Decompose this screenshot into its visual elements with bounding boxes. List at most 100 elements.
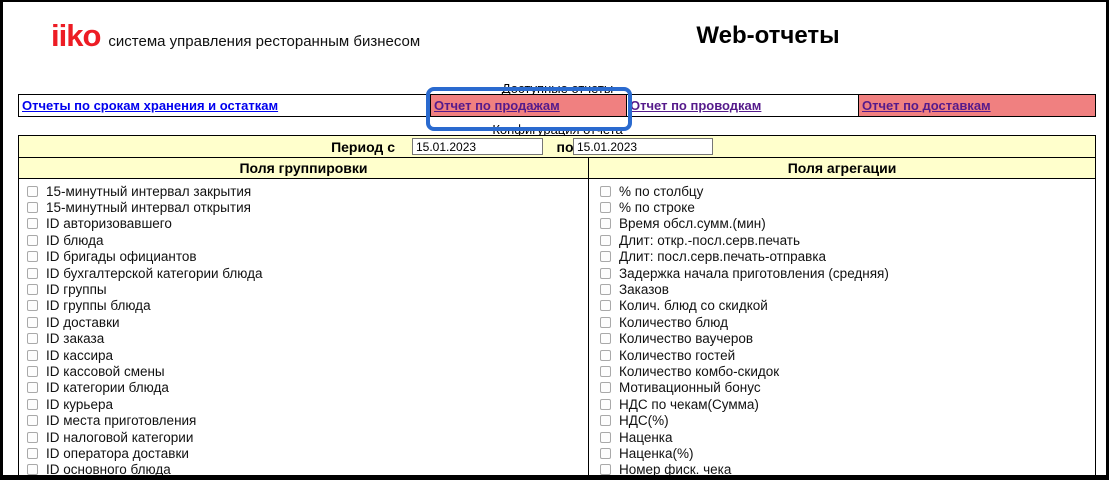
grouping-field-option: ID группы блюда [25, 298, 588, 314]
aggregation-field-checkbox[interactable] [600, 349, 611, 361]
aggregation-field-checkbox[interactable] [600, 398, 611, 410]
aggregation-field-option: Мотивационный бонус [598, 380, 1095, 396]
aggregation-field-option: Длит: посл.серв.печать-отправка [598, 249, 1095, 265]
aggregation-field-label: Номер фиск. чека [619, 462, 732, 475]
grouping-field-checkbox[interactable] [27, 267, 38, 279]
aggregation-field-label: НДС по чекам(Сумма) [619, 396, 759, 412]
iiko-logo: iiko [51, 18, 101, 53]
grouping-field-label: ID основного блюда [46, 462, 171, 475]
grouping-field-label: ID курьера [46, 396, 113, 412]
aggregation-field-label: Количество комбо-скидок [619, 363, 780, 379]
web-reports-page: iiko система управления ресторанным бизн… [0, 0, 1109, 480]
aggregation-field-option: Количество блюд [598, 314, 1095, 330]
aggregation-field-option: Наценка [598, 429, 1095, 445]
grouping-field-label: ID места приготовления [46, 413, 197, 429]
grouping-field-checkbox[interactable] [27, 398, 38, 410]
aggregation-field-checkbox[interactable] [600, 431, 611, 443]
grouping-field-label: ID блюда [46, 232, 104, 248]
aggregation-field-checkbox[interactable] [600, 382, 611, 394]
grouping-field-checkbox[interactable] [27, 300, 38, 312]
aggregation-field-checkbox[interactable] [600, 218, 611, 230]
grouping-field-checkbox[interactable] [27, 415, 38, 427]
grouping-field-label: ID налоговой категории [46, 429, 194, 445]
aggregation-field-label: Длит: посл.серв.печать-отправка [619, 249, 827, 265]
grouping-field-checkbox[interactable] [27, 185, 38, 197]
grouping-field-checkbox[interactable] [27, 251, 38, 263]
period-from-label: Период с [331, 139, 395, 155]
aggregation-field-checkbox[interactable] [600, 234, 611, 246]
aggregation-field-option: Количество комбо-скидок [598, 363, 1095, 379]
aggregation-field-label: Наценка [619, 429, 673, 445]
aggregation-field-label: Количество гостей [619, 347, 736, 363]
grouping-field-label: ID бухгалтерской категории блюда [46, 265, 263, 281]
grouping-field-checkbox[interactable] [27, 349, 38, 361]
aggregation-field-option: Номер фиск. чека [598, 462, 1095, 475]
aggregation-field-option: НДС(%) [598, 412, 1095, 428]
grouping-field-checkbox[interactable] [27, 431, 38, 443]
aggregation-field-label: Время обсл.сумм.(мин) [619, 216, 766, 232]
grouping-field-checkbox[interactable] [27, 464, 38, 475]
aggregation-field-checkbox[interactable] [600, 447, 611, 459]
column-headers-row: Поля группировки Поля агрегации [19, 158, 1095, 179]
grouping-field-option: ID кассира [25, 347, 588, 363]
aggregation-field-option: Количество гостей [598, 347, 1095, 363]
grouping-field-option: ID категории блюда [25, 380, 588, 396]
field-lists: 15-минутный интервал закрытия 15-минутны… [19, 179, 1095, 475]
aggregation-field-option: % по строке [598, 199, 1095, 215]
link-deliveries-report[interactable]: Отчет по доставкам [862, 98, 991, 113]
grouping-field-checkbox[interactable] [27, 202, 38, 214]
grouping-field-option: ID авторизовавшего [25, 216, 588, 232]
aggregation-field-label: Мотивационный бонус [619, 380, 761, 396]
aggregation-field-checkbox[interactable] [600, 464, 611, 475]
grouping-field-checkbox[interactable] [27, 333, 38, 345]
link-sales-report[interactable]: Отчет по продажам [434, 98, 560, 113]
aggregation-field-checkbox[interactable] [600, 415, 611, 427]
grouping-field-checkbox[interactable] [27, 218, 38, 230]
aggregation-field-checkbox[interactable] [600, 316, 611, 328]
grouping-field-label: ID кассира [46, 347, 114, 363]
aggregation-field-checkbox[interactable] [600, 202, 611, 214]
aggregation-field-option: Задержка начала приготовления (средняя) [598, 265, 1095, 281]
grouping-field-option: ID кассовой смены [25, 363, 588, 379]
aggregation-fields-header: Поля агрегации [787, 160, 897, 176]
period-to-input[interactable] [573, 138, 713, 155]
grouping-field-label: ID группы блюда [46, 298, 151, 314]
grouping-field-checkbox[interactable] [27, 447, 38, 459]
nav-cell-transactions-report: Отчет по проводкам [627, 95, 859, 116]
aggregation-field-checkbox[interactable] [600, 365, 611, 377]
grouping-field-option: ID бригады официантов [25, 249, 588, 265]
grouping-field-label: ID оператора доставки [46, 445, 189, 461]
grouping-field-option: ID бухгалтерской категории блюда [25, 265, 588, 281]
aggregation-field-label: Колич. блюд со скидкой [619, 298, 768, 314]
grouping-field-checkbox[interactable] [27, 284, 38, 296]
aggregation-field-option: Колич. блюд со скидкой [598, 298, 1095, 314]
grouping-field-option: ID группы [25, 281, 588, 297]
grouping-field-checkbox[interactable] [27, 234, 38, 246]
aggregation-field-label: Наценка(%) [619, 445, 694, 461]
grouping-field-option: ID курьера [25, 396, 588, 412]
period-from-input[interactable] [412, 138, 543, 155]
logo-subtitle: система управления ресторанным бизнесом [108, 33, 421, 50]
grouping-field-label: ID бригады официантов [46, 249, 197, 265]
grouping-field-label: ID группы [46, 282, 107, 298]
grouping-field-label: ID авторизовавшего [46, 216, 172, 232]
nav-cell-deliveries-report: Отчет по доставкам [859, 95, 1095, 116]
grouping-field-option: ID места приготовления [25, 412, 588, 428]
grouping-field-checkbox[interactable] [27, 382, 38, 394]
grouping-field-option: 15-минутный интервал закрытия [25, 183, 588, 199]
aggregation-field-checkbox[interactable] [600, 185, 611, 197]
aggregation-field-checkbox[interactable] [600, 267, 611, 279]
aggregation-field-option: Наценка(%) [598, 445, 1095, 461]
grouping-field-option: ID налоговой категории [25, 429, 588, 445]
aggregation-field-checkbox[interactable] [600, 300, 611, 312]
aggregation-fields-list: % по столбцу % по строке Время обсл.сумм… [589, 179, 1095, 475]
grouping-field-checkbox[interactable] [27, 316, 38, 328]
aggregation-field-label: Длит: откр.-посл.серв.печать [619, 232, 801, 248]
aggregation-field-checkbox[interactable] [600, 251, 611, 263]
grouping-field-checkbox[interactable] [27, 365, 38, 377]
link-storage-report[interactable]: Отчеты по срокам хранения и остаткам [22, 98, 278, 113]
aggregation-field-checkbox[interactable] [600, 284, 611, 296]
aggregation-field-label: Задержка начала приготовления (средняя) [619, 265, 889, 281]
link-transactions-report[interactable]: Отчет по проводкам [630, 98, 761, 113]
aggregation-field-checkbox[interactable] [600, 333, 611, 345]
